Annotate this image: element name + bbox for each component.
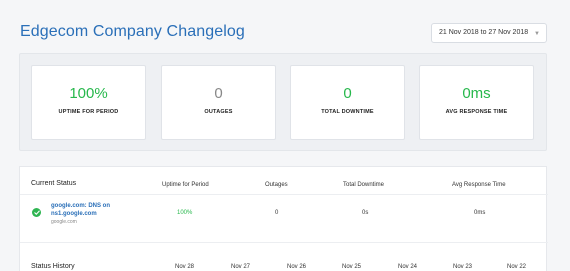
service-name-link[interactable]: google.com: DNS on ns1.google.com <box>51 202 141 218</box>
stat-label-avg-response: AVG RESPONSE TIME <box>445 109 508 115</box>
service-outages: 0 <box>275 210 279 216</box>
stats-panel: 100% UPTIME FOR PERIOD 0 OUTAGES 0 TOTAL… <box>19 53 547 151</box>
stat-card-uptime: 100% UPTIME FOR PERIOD <box>31 65 146 140</box>
stat-label-uptime: UPTIME FOR PERIOD <box>58 109 119 115</box>
stat-value-outages: 0 <box>214 85 223 102</box>
row-divider <box>20 242 548 243</box>
service-downtime: 0s <box>362 210 369 216</box>
history-date: Nov 22 <box>507 264 527 270</box>
date-range-label: 21 Nov 2018 to 27 Nov 2018 <box>439 29 529 36</box>
history-date: Nov 24 <box>398 264 418 270</box>
page-title: Edgecom Company Changelog <box>20 23 245 40</box>
stat-card-outages: 0 OUTAGES <box>161 65 276 140</box>
history-date: Nov 26 <box>287 264 307 270</box>
stat-label-total-downtime: TOTAL DOWNTIME <box>321 109 374 115</box>
status-history-title: Status History <box>31 263 75 270</box>
check-circle-icon <box>32 208 41 217</box>
history-date: Nov 25 <box>342 264 362 270</box>
status-panel: Current Status Uptime for Period Outages… <box>19 166 548 271</box>
column-header-avg-response: Avg Response Time <box>452 182 506 188</box>
chevron-down-icon: ▼ <box>534 31 540 37</box>
column-header-uptime: Uptime for Period <box>162 182 209 188</box>
service-avg-response: 0ms <box>474 210 486 216</box>
stat-value-uptime: 100% <box>69 85 108 102</box>
stat-value-total-downtime: 0 <box>343 85 352 102</box>
current-status-title: Current Status <box>31 180 77 187</box>
column-header-total-downtime: Total Downtime <box>343 182 385 188</box>
stat-card-total-downtime: 0 TOTAL DOWNTIME <box>290 65 405 140</box>
date-range-picker[interactable]: 21 Nov 2018 to 27 Nov 2018 ▼ <box>431 23 547 43</box>
header-divider <box>20 194 548 195</box>
history-date: Nov 23 <box>453 264 473 270</box>
stat-card-avg-response: 0ms AVG RESPONSE TIME <box>419 65 534 140</box>
history-date: Nov 28 <box>175 264 195 270</box>
service-host: google.com <box>51 219 77 225</box>
stat-label-outages: OUTAGES <box>204 109 233 115</box>
service-uptime: 100% <box>177 210 193 216</box>
column-header-outages: Outages <box>265 182 288 188</box>
history-date: Nov 27 <box>231 264 251 270</box>
stat-value-avg-response: 0ms <box>462 85 491 102</box>
